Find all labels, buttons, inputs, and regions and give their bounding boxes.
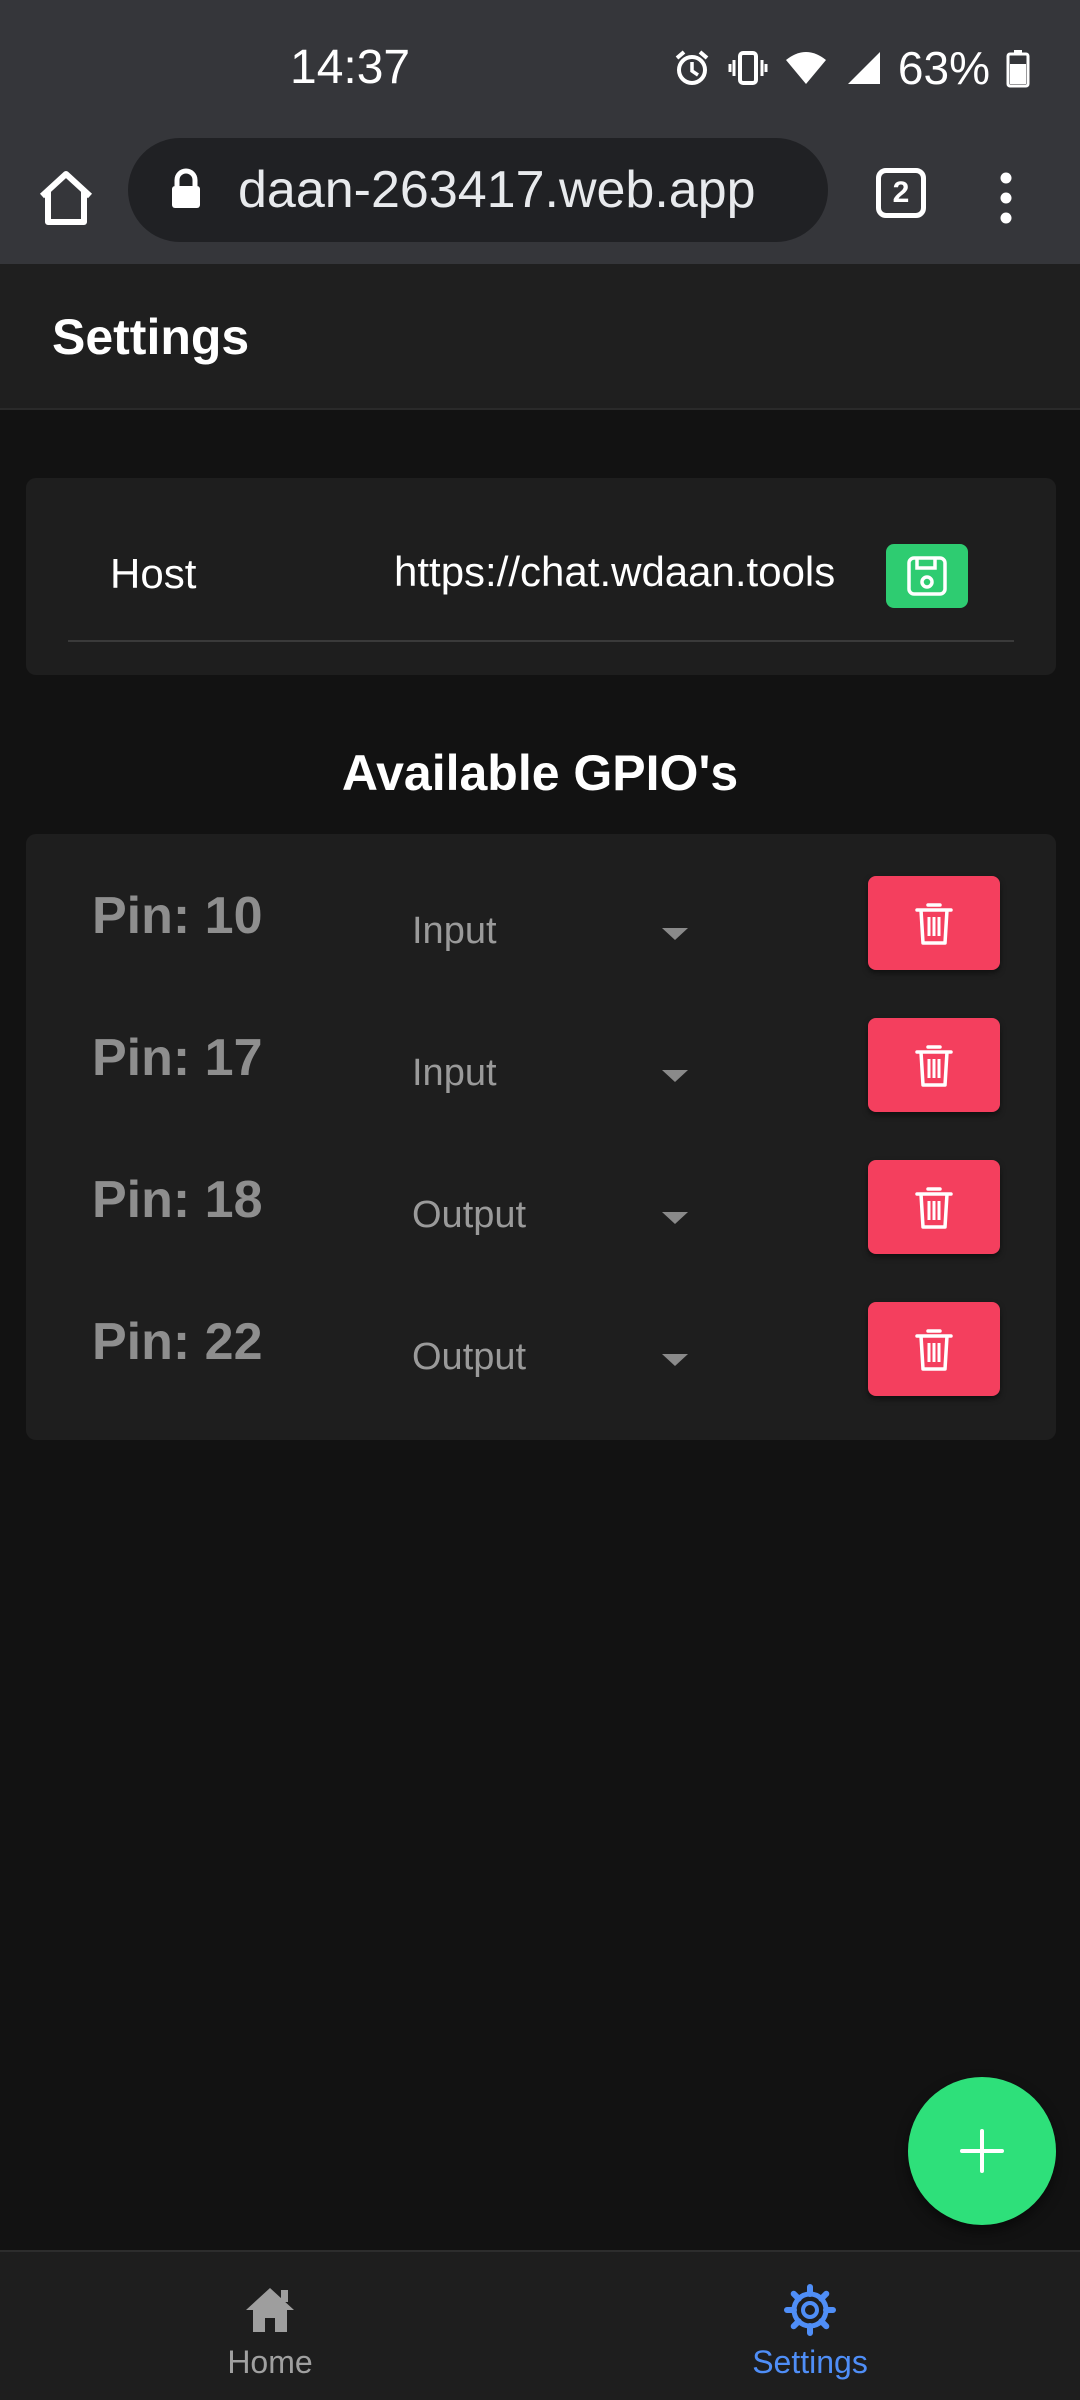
home-outline-icon	[39, 171, 93, 225]
trash-icon	[915, 1045, 953, 1087]
gpio-list: Pin: 10 Input Pin: 17 Input Pin: 18 Outp…	[26, 834, 1056, 1440]
trash-icon	[915, 903, 953, 945]
status-bar: 14:37 63%	[0, 0, 1080, 132]
status-icons: 63%	[672, 42, 1030, 94]
address-bar[interactable]: daan-263417.web.app	[128, 138, 828, 242]
nav-item-settings[interactable]: Settings	[540, 2252, 1080, 2400]
battery-percent: 63%	[897, 42, 990, 94]
delete-pin-button[interactable]	[868, 1160, 1000, 1254]
host-card: Host https://chat.wdaan.tools	[26, 478, 1056, 675]
nav-label-home: Home	[227, 2344, 313, 2380]
pin-label: Pin: 18	[92, 1171, 263, 1229]
delete-pin-button[interactable]	[868, 1018, 1000, 1112]
pin-mode-value: Input	[412, 1052, 497, 1094]
tab-switcher-button[interactable]: 2	[876, 168, 926, 218]
pin-label: Pin: 22	[92, 1313, 263, 1371]
pin-label: Pin: 10	[92, 887, 263, 945]
caret-down-icon	[662, 928, 688, 940]
gpio-row: Pin: 17 Input	[26, 1018, 1056, 1114]
caret-down-icon	[662, 1354, 688, 1366]
host-input[interactable]: https://chat.wdaan.tools	[394, 548, 835, 596]
host-label: Host	[110, 550, 197, 597]
pin-mode-select[interactable]: Input	[412, 902, 692, 962]
nav-label-settings: Settings	[752, 2344, 868, 2380]
gear-icon	[784, 2282, 836, 2338]
add-gpio-button[interactable]	[908, 2077, 1056, 2225]
pin-mode-value: Output	[412, 1194, 527, 1236]
lock-icon	[170, 168, 202, 215]
section-title-gpio: Available GPIO's	[341, 745, 739, 801]
nav-item-home[interactable]: Home	[0, 2252, 540, 2400]
gpio-row: Pin: 10 Input	[26, 876, 1056, 972]
browser-menu-button[interactable]	[994, 168, 1018, 228]
pin-label: Pin: 17	[92, 1029, 263, 1087]
caret-down-icon	[662, 1070, 688, 1082]
delete-pin-button[interactable]	[868, 876, 1000, 970]
battery-icon	[1006, 48, 1030, 88]
browser-home-button[interactable]	[36, 162, 96, 234]
vibrate-icon	[728, 48, 768, 88]
save-icon	[907, 556, 947, 596]
plus-icon	[960, 2129, 1004, 2173]
save-host-button[interactable]	[886, 544, 968, 608]
pin-mode-select[interactable]: Output	[412, 1328, 692, 1388]
alarm-icon	[672, 48, 712, 88]
more-vert-icon	[1000, 172, 1012, 224]
gpio-row: Pin: 18 Output	[26, 1160, 1056, 1256]
cell-signal-icon	[844, 48, 882, 88]
host-divider	[68, 640, 1014, 642]
app-bar: Settings	[0, 264, 1080, 410]
page-title: Settings	[52, 309, 250, 365]
pin-mode-value: Output	[412, 1336, 527, 1378]
wifi-icon	[784, 48, 828, 88]
bottom-nav: Home Settings	[0, 2250, 1080, 2400]
status-time: 14:37	[290, 41, 411, 94]
home-icon	[242, 2282, 298, 2338]
trash-icon	[915, 1187, 953, 1229]
browser-toolbar: daan-263417.web.app 2	[0, 132, 1080, 264]
gpio-row: Pin: 22 Output	[26, 1302, 1056, 1398]
caret-down-icon	[662, 1212, 688, 1224]
page: 14:37 63% daan-263417.web.app 2 Settings…	[0, 0, 1080, 2400]
pin-mode-value: Input	[412, 910, 497, 952]
tab-count: 2	[892, 176, 910, 209]
trash-icon	[915, 1329, 953, 1371]
url-text: daan-263417.web.app	[238, 161, 756, 219]
pin-mode-select[interactable]: Input	[412, 1044, 692, 1104]
pin-mode-select[interactable]: Output	[412, 1186, 692, 1246]
delete-pin-button[interactable]	[868, 1302, 1000, 1396]
